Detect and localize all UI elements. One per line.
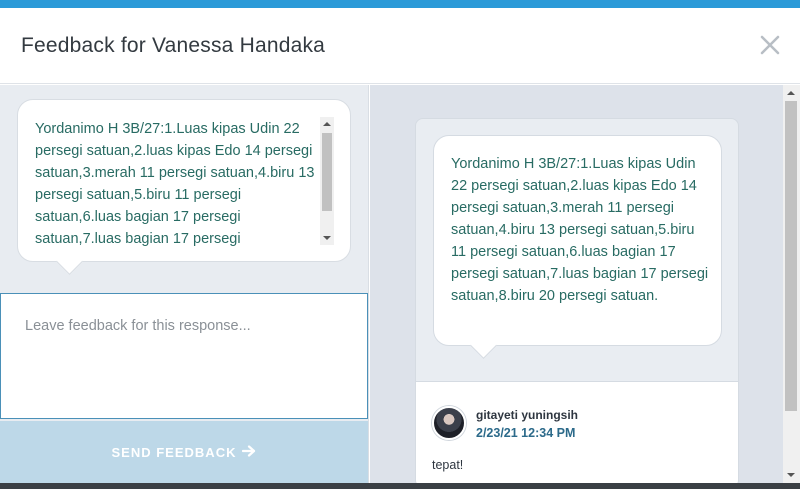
comment-date: 2/23/21 12:34 PM xyxy=(476,426,576,440)
response-bubble: Yordanimo H 3B/27:1.Luas kipas Udin 22 p… xyxy=(17,99,351,262)
scrollbar-thumb[interactable] xyxy=(785,101,797,411)
send-feedback-label: SEND FEEDBACK xyxy=(111,444,237,460)
comment-author: gitayeti yuningsih xyxy=(476,408,579,422)
comment-text: tepat! xyxy=(432,458,464,472)
response-detail-pane: Yordanimo H 3B/27:1.Luas kipas Udin 22 p… xyxy=(370,85,800,483)
feedback-comment: gitayeti yuningsih 2/23/21 12:34 PM tepa… xyxy=(416,381,738,483)
response-text-full: Yordanimo H 3B/27:1.Luas kipas Udin 22 p… xyxy=(451,156,709,304)
scrollbar-thumb[interactable] xyxy=(322,133,332,211)
feedback-modal: Feedback for Vanessa Handaka Yordanimo H… xyxy=(0,8,800,483)
send-feedback-button[interactable]: SEND FEEDBACK xyxy=(0,421,368,483)
scroll-down-icon[interactable] xyxy=(787,473,795,477)
response-scrollbar[interactable] xyxy=(320,117,334,245)
scroll-down-icon[interactable] xyxy=(323,236,331,240)
avatar xyxy=(432,406,466,440)
response-card: Yordanimo H 3B/27:1.Luas kipas Udin 22 p… xyxy=(415,118,739,483)
modal-title: Feedback for Vanessa Handaka xyxy=(21,34,326,57)
feedback-compose-pane: Yordanimo H 3B/27:1.Luas kipas Udin 22 p… xyxy=(0,85,369,483)
scroll-up-icon[interactable] xyxy=(323,122,331,126)
bottom-bar xyxy=(0,483,800,489)
top-accent-bar xyxy=(0,0,800,8)
response-bubble-full: Yordanimo H 3B/27:1.Luas kipas Udin 22 p… xyxy=(433,135,722,346)
feedback-input[interactable] xyxy=(0,293,368,419)
pane-scrollbar[interactable] xyxy=(783,85,800,483)
arrow-right-icon xyxy=(242,444,256,460)
scroll-up-icon[interactable] xyxy=(787,91,795,95)
modal-header: Feedback for Vanessa Handaka xyxy=(0,8,800,84)
response-text: Yordanimo H 3B/27:1.Luas kipas Udin 22 p… xyxy=(35,121,315,246)
close-icon[interactable] xyxy=(757,32,783,58)
